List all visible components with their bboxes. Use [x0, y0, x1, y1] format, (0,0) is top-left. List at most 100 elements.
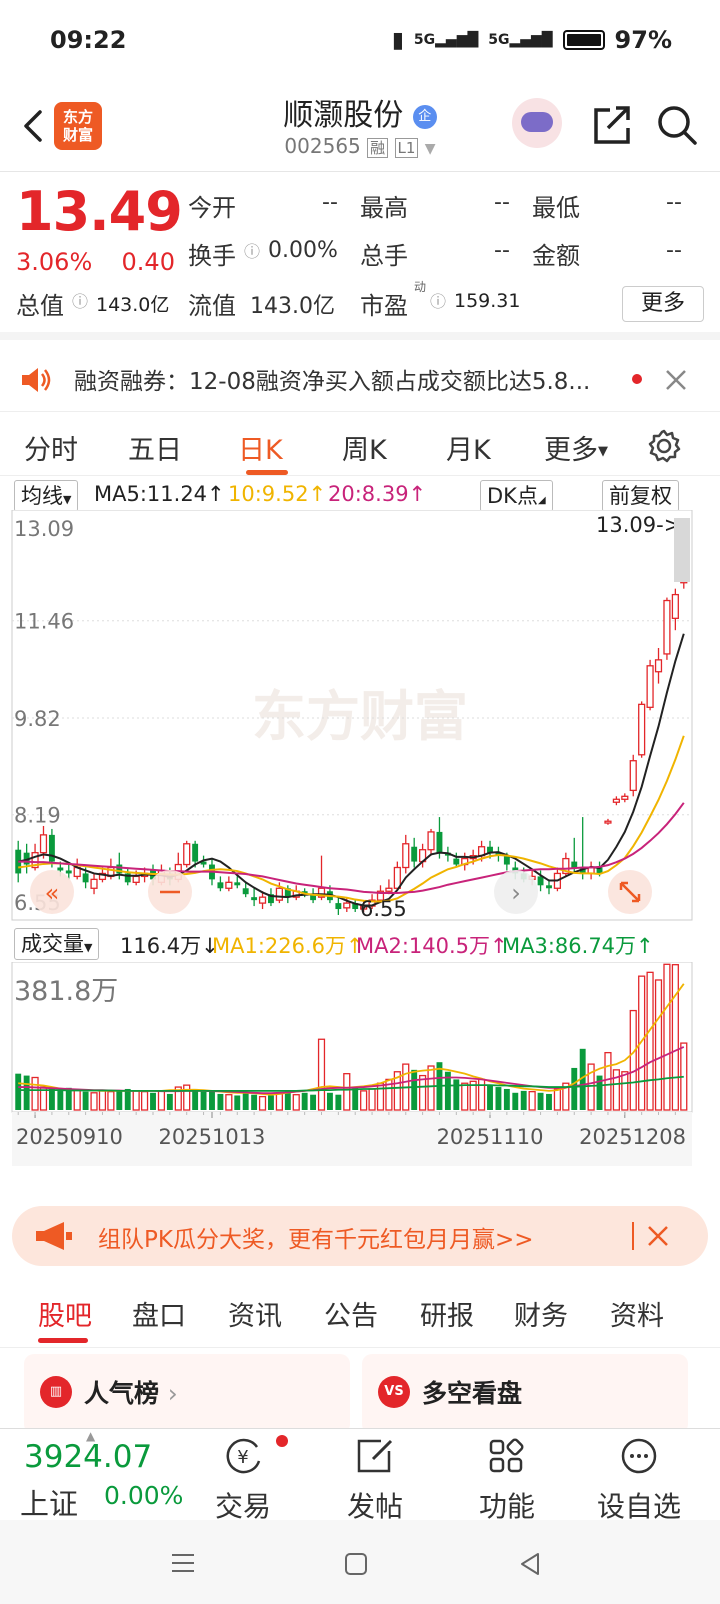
volume-indicator-selector[interactable]: 成交量▼ [14, 928, 100, 960]
price-axis-label: 11.46 [14, 610, 74, 634]
nav-post[interactable]: 发帖 [330, 1437, 420, 1525]
volume-bar [284, 1091, 291, 1110]
active-tab-underline [246, 470, 288, 475]
tab-announcements[interactable]: 公告 [324, 1294, 378, 1333]
dk-point-button[interactable]: DK点◢ [480, 480, 553, 512]
tab-profile[interactable]: 资料 [610, 1294, 664, 1333]
nav-functions[interactable]: 功能 [462, 1437, 552, 1525]
index-value[interactable]: 3924.07 [24, 1439, 152, 1475]
signal-icon-2: 5G▂▄▆█ [488, 32, 553, 48]
zoom-out-button[interactable] [148, 870, 192, 914]
menu-icon[interactable] [170, 1552, 196, 1574]
kline-chart[interactable]: 东方财富 13.0911.469.828.196.55 13.09-> 6.55… [0, 510, 720, 930]
tab-five-day[interactable]: 五日 [128, 428, 182, 467]
volume-bar [612, 1069, 620, 1111]
tab-monthly-k[interactable]: 月K [446, 428, 491, 467]
change-amount: 0.40 [121, 248, 175, 276]
volume-bar [48, 1088, 55, 1110]
nav-trade-label: 交易 [214, 1490, 271, 1523]
info-icon[interactable]: ⓘ [244, 238, 260, 262]
info-icon[interactable]: ⓘ [72, 288, 88, 312]
yuan-circle-icon: ¥ [226, 1438, 261, 1474]
fullscreen-button[interactable] [608, 870, 652, 914]
tab-research[interactable]: 研报 [420, 1294, 474, 1333]
chevron-right-icon: › [511, 879, 521, 907]
close-icon[interactable] [664, 368, 688, 392]
volume-bar [268, 1095, 274, 1110]
notification-dot [276, 1435, 288, 1447]
grid-icon [489, 1438, 524, 1473]
volume-bar [427, 1065, 435, 1111]
period-tabs: 分时 五日 日K 周K 月K 更多▼ [0, 412, 720, 476]
adjust-price-button[interactable]: 前复权 [602, 480, 679, 512]
tab-more[interactable]: 更多▼ [544, 428, 608, 467]
nav-add-watchlist[interactable]: 设自选 [594, 1437, 684, 1525]
corner-triangle-icon: ◢ [537, 495, 546, 506]
promo-banner[interactable]: 组队PK瓜分大奖，更有千元红包月月赢>> [12, 1206, 708, 1266]
stock-name: 顺灏股份 [283, 98, 404, 133]
prev-page-button[interactable]: « [30, 870, 74, 914]
search-icon[interactable] [656, 104, 698, 146]
long-short-card[interactable]: VS 多空看盘 [362, 1354, 688, 1434]
volume-bar [258, 1095, 267, 1111]
volume-bar [654, 979, 663, 1111]
tab-intraday[interactable]: 分时 [24, 428, 78, 467]
price-axis-label: 8.19 [14, 804, 61, 828]
status-bar: 09:22 ▮ 5G▂▄▆█ 5G▂▄▆█ 97% [0, 0, 720, 80]
active-tab-underline [38, 1338, 88, 1343]
pe-value: 159.31 [454, 290, 521, 312]
candle [646, 659, 654, 711]
tab-finance[interactable]: 财务 [514, 1294, 568, 1333]
more-dots-icon [621, 1438, 657, 1474]
next-page-button[interactable]: › [494, 870, 538, 914]
tab-guba[interactable]: 股吧 [38, 1294, 92, 1333]
volume-bar [225, 1094, 233, 1111]
nav-post-label: 发帖 [346, 1490, 403, 1523]
nav-trade[interactable]: ¥ 交易 [198, 1435, 288, 1525]
high-value: -- [494, 190, 510, 215]
caret-down-icon: ▼ [598, 444, 608, 459]
volume-bar [166, 1093, 173, 1110]
more-quote-button[interactable]: 更多 [622, 286, 704, 322]
svg-text:¥: ¥ [237, 1447, 248, 1468]
tab-news[interactable]: 资讯 [228, 1294, 282, 1333]
home-icon[interactable] [344, 1552, 368, 1576]
tab-daily-k[interactable]: 日K [238, 428, 283, 467]
date-label: 20251013 [159, 1125, 266, 1149]
ma5-value: MA5:11.24↑ [94, 482, 225, 506]
open-value: -- [322, 190, 338, 215]
indicator-selector[interactable]: 均线▼ [14, 480, 79, 512]
tab-weekly-k[interactable]: 周K [342, 428, 387, 467]
caret-down-icon: ▼ [63, 493, 72, 506]
popularity-card[interactable]: ▥ 人气榜 › [24, 1354, 350, 1434]
tab-more-label: 更多 [544, 435, 598, 466]
settings-gear-icon[interactable] [646, 428, 682, 464]
bottom-nav: ▲ 3924.07 上证 0.00% ¥ 交易 发帖 功能 设自选 [0, 1428, 720, 1523]
volume-bar [242, 1092, 249, 1110]
high-label: 最高 [360, 194, 408, 222]
volume-chart[interactable]: 381.8万 20250910 20251013 20251110 20251208 [0, 962, 720, 1168]
nav-add-watchlist-label: 设自选 [596, 1490, 681, 1523]
volume-bar [301, 1092, 308, 1110]
volume-bar [368, 1088, 376, 1111]
volume-bar [453, 1079, 460, 1110]
popularity-label: 人气榜 [84, 1379, 160, 1408]
volume-bar [82, 1091, 89, 1110]
info-icon[interactable]: ⓘ [430, 288, 446, 312]
ai-assistant-icon[interactable] [512, 98, 562, 148]
stock-code: 002565 [284, 134, 361, 158]
back-triangle-icon[interactable] [518, 1552, 542, 1576]
notice-bar[interactable]: 融资融券：12-08融资净买入额占成交额比达5.8... [0, 348, 720, 412]
volume-bar [671, 964, 679, 1111]
unread-dot [632, 374, 642, 384]
share-icon[interactable] [590, 104, 632, 146]
caret-down-icon: ▼ [84, 941, 93, 954]
volume-bar [57, 1090, 64, 1110]
close-icon[interactable] [646, 1224, 670, 1248]
volume-label: 总手 [360, 242, 408, 270]
status-time: 09:22 [50, 26, 127, 54]
chart-scroll-thumb[interactable] [674, 518, 690, 582]
volume-value: -- [494, 238, 510, 263]
tab-pankou[interactable]: 盘口 [132, 1294, 186, 1333]
volume-bar [251, 1094, 258, 1110]
